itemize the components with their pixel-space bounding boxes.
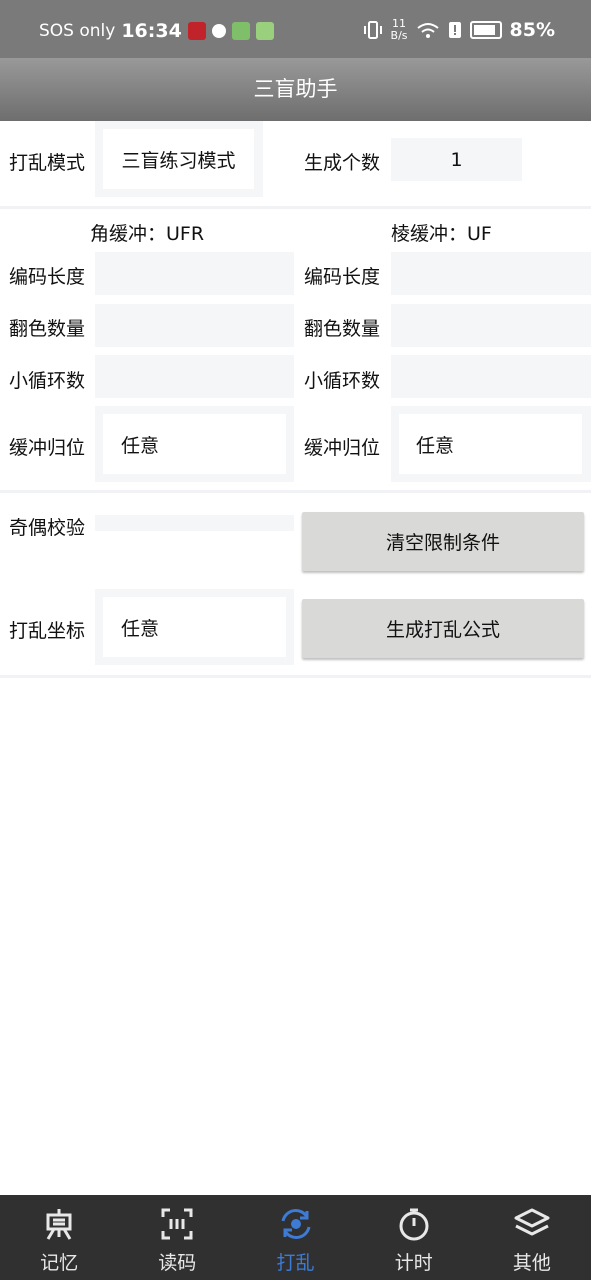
edge-buffer-home-select[interactable]: 任意 [399, 414, 582, 474]
edge-buffer-label: 棱缓冲：UF [391, 223, 492, 245]
timer-icon [399, 1208, 429, 1241]
nav-item-scramble[interactable]: 打乱 [236, 1195, 354, 1280]
corner-buffer-home-label: 缓冲归位 [9, 437, 86, 459]
generate-count-label: 生成个数 [304, 152, 381, 174]
nav-item-other[interactable]: 其他 [473, 1195, 591, 1280]
corner-cycle-count-input[interactable] [95, 355, 294, 398]
shield-icon [211, 24, 226, 38]
edge-flip-count-input[interactable] [391, 304, 591, 347]
generate-scramble-button[interactable]: 生成打乱公式 [302, 599, 584, 658]
bottom-nav: 记忆 读码 打乱 计时 其他 [0, 1195, 591, 1280]
nav-label-scramble: 打乱 [276, 1252, 315, 1274]
corner-flip-count-input[interactable] [95, 304, 294, 347]
app-notification-icon-2 [255, 22, 274, 40]
memory-icon [46, 1209, 72, 1240]
alert-sim-icon [448, 22, 461, 38]
edge-buffer-home-label: 缓冲归位 [304, 437, 381, 459]
page-title: 三盲助手 [0, 58, 591, 121]
nav-label-read-code: 读码 [158, 1252, 197, 1274]
nav-item-timer[interactable]: 计时 [355, 1195, 473, 1280]
nav-item-memory[interactable]: 记忆 [0, 1195, 118, 1280]
parity-label: 奇偶校验 [9, 517, 86, 539]
nav-label-memory: 记忆 [40, 1252, 79, 1274]
divider-1 [0, 206, 591, 209]
chat-notification-icon [231, 22, 250, 40]
status-left: SOS only 16:34 [39, 20, 274, 42]
edge-code-length-input[interactable] [391, 252, 591, 295]
layers-icon [514, 1208, 550, 1236]
app-notification-icon [187, 22, 206, 40]
battery-icon [469, 21, 502, 39]
wifi-icon [416, 23, 439, 38]
parity-select[interactable] [95, 515, 294, 531]
edge-code-length-label: 编码长度 [304, 266, 381, 288]
nav-label-other: 其他 [512, 1252, 551, 1274]
scramble-icon [281, 1209, 310, 1239]
carrier-text: SOS only [39, 21, 116, 41]
divider-3 [0, 675, 591, 678]
scramble-coord-label: 打乱坐标 [9, 620, 86, 642]
divider-2 [0, 490, 591, 493]
scramble-mode-label: 打乱模式 [9, 152, 86, 174]
corner-flip-count-label: 翻色数量 [9, 318, 86, 340]
status-right: 11 B/s 85% [363, 18, 555, 42]
corner-buffer-label: 角缓冲：UFR [90, 223, 205, 245]
corner-code-length-input[interactable] [95, 252, 294, 295]
clock: 16:34 [121, 20, 182, 42]
vibrate-icon [363, 21, 382, 39]
nav-label-timer: 计时 [394, 1252, 433, 1274]
clear-restrictions-button[interactable]: 清空限制条件 [302, 512, 584, 571]
corner-buffer-home-select[interactable]: 任意 [103, 414, 286, 474]
edge-cycle-count-input[interactable] [391, 355, 591, 398]
scramble-coord-select[interactable]: 任意 [103, 597, 286, 657]
scramble-mode-select[interactable]: 三盲练习模式 [103, 129, 254, 189]
edge-cycle-count-label: 小循环数 [304, 370, 381, 392]
nav-item-read-code[interactable]: 读码 [118, 1195, 236, 1280]
edge-flip-count-label: 翻色数量 [304, 318, 381, 340]
status-bar: SOS only 16:34 11 B/s 85% [0, 0, 591, 58]
scan-code-icon [161, 1208, 193, 1240]
battery-percent: 85% [509, 19, 555, 41]
corner-cycle-count-label: 小循环数 [9, 370, 86, 392]
corner-code-length-label: 编码长度 [9, 266, 86, 288]
net-speed: 11 B/s [390, 17, 408, 42]
generate-count-input[interactable]: 1 [391, 138, 522, 181]
